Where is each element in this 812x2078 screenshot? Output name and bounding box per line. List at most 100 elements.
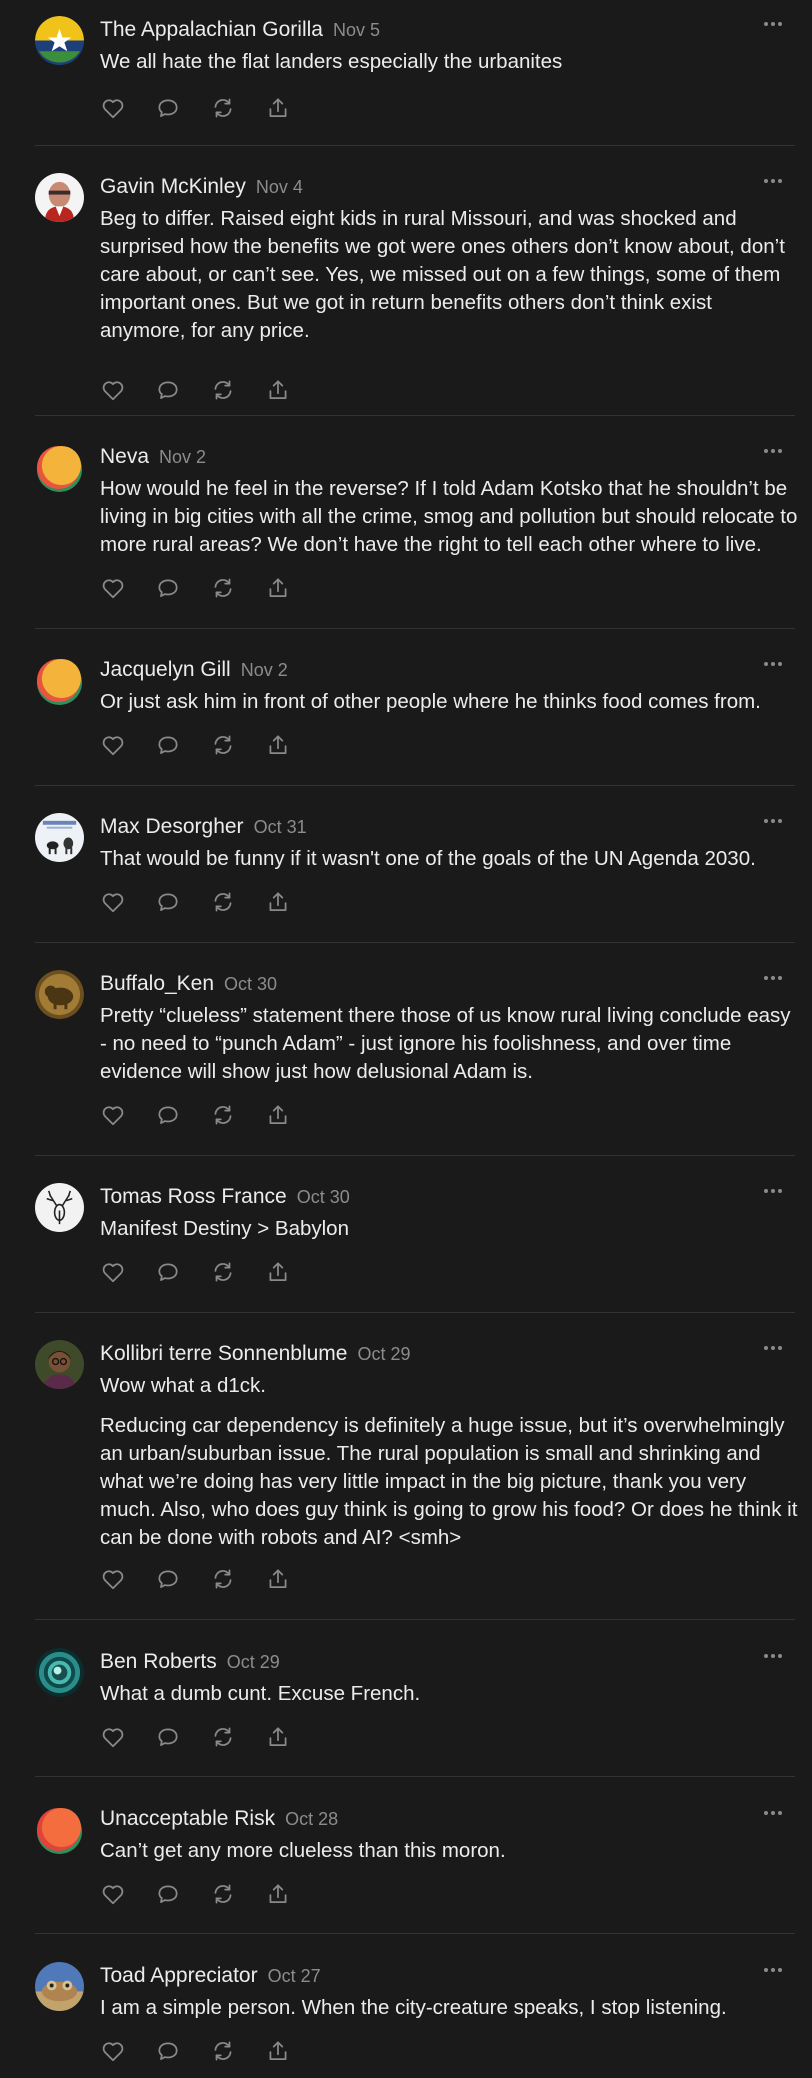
comment-icon bbox=[155, 732, 181, 763]
author-name[interactable]: Buffalo_Ken bbox=[100, 972, 214, 995]
like-button[interactable] bbox=[100, 575, 155, 605]
comment-actions bbox=[100, 95, 320, 125]
restack-button[interactable] bbox=[210, 1724, 265, 1754]
more-options-icon[interactable] bbox=[758, 1181, 788, 1201]
reply-button[interactable] bbox=[155, 575, 210, 605]
share-button[interactable] bbox=[265, 95, 320, 125]
comment-date[interactable]: Oct 29 bbox=[227, 1652, 280, 1672]
comment-icon bbox=[155, 889, 181, 920]
more-options-icon[interactable] bbox=[758, 171, 788, 191]
comment-date[interactable]: Oct 31 bbox=[254, 817, 307, 837]
like-button[interactable] bbox=[100, 1566, 155, 1596]
restack-button[interactable] bbox=[210, 575, 265, 605]
divider bbox=[35, 145, 795, 146]
more-options-icon[interactable] bbox=[758, 1646, 788, 1666]
deer-sketch-avatar[interactable] bbox=[35, 1183, 84, 1232]
share-button[interactable] bbox=[265, 732, 320, 762]
share-icon bbox=[265, 377, 291, 408]
reply-button[interactable] bbox=[155, 1881, 210, 1911]
comment-date[interactable]: Oct 29 bbox=[357, 1344, 410, 1364]
comment-date[interactable]: Oct 30 bbox=[297, 1187, 350, 1207]
person-portrait-avatar[interactable] bbox=[35, 1340, 84, 1389]
reply-button[interactable] bbox=[155, 1259, 210, 1289]
more-options-icon[interactable] bbox=[758, 1803, 788, 1823]
like-button[interactable] bbox=[100, 1881, 155, 1911]
share-button[interactable] bbox=[265, 1259, 320, 1289]
share-button[interactable] bbox=[265, 1724, 320, 1754]
more-options-icon[interactable] bbox=[758, 811, 788, 831]
comment-text: Manifest Destiny > Babylon bbox=[100, 1217, 349, 1240]
like-button[interactable] bbox=[100, 1724, 155, 1754]
share-button[interactable] bbox=[265, 1881, 320, 1911]
more-options-icon[interactable] bbox=[758, 14, 788, 34]
reply-button[interactable] bbox=[155, 889, 210, 919]
author-name[interactable]: Jacquelyn Gill bbox=[100, 658, 231, 681]
author-name[interactable]: Neva bbox=[100, 445, 149, 468]
more-options-icon[interactable] bbox=[758, 968, 788, 988]
comment-icon bbox=[155, 1259, 181, 1290]
restack-button[interactable] bbox=[210, 732, 265, 762]
share-button[interactable] bbox=[265, 889, 320, 919]
reply-button[interactable] bbox=[155, 1724, 210, 1754]
like-button[interactable] bbox=[100, 1259, 155, 1289]
orange-green-avatar[interactable] bbox=[35, 1805, 84, 1854]
heart-icon bbox=[100, 1259, 126, 1290]
comment-date[interactable]: Nov 5 bbox=[333, 20, 380, 40]
comment-date[interactable]: Oct 28 bbox=[285, 1809, 338, 1829]
more-options-icon[interactable] bbox=[758, 1338, 788, 1358]
orange-yellow-avatar[interactable] bbox=[35, 443, 84, 492]
more-options-icon[interactable] bbox=[758, 441, 788, 461]
toad-photo-avatar[interactable] bbox=[35, 1962, 84, 2011]
comment-header: Toad Appreciator Oct 27 bbox=[100, 1963, 321, 1991]
restack-button[interactable] bbox=[210, 889, 265, 919]
share-button[interactable] bbox=[265, 2038, 320, 2068]
restack-button[interactable] bbox=[210, 1566, 265, 1596]
restack-button[interactable] bbox=[210, 1259, 265, 1289]
restack-button[interactable] bbox=[210, 2038, 265, 2068]
author-name[interactable]: Toad Appreciator bbox=[100, 1964, 258, 1987]
bronze-buffalo-avatar[interactable] bbox=[35, 970, 84, 1019]
reply-button[interactable] bbox=[155, 1102, 210, 1132]
like-button[interactable] bbox=[100, 889, 155, 919]
author-name[interactable]: Gavin McKinley bbox=[100, 175, 246, 198]
animals-illustration-avatar[interactable] bbox=[35, 813, 84, 862]
share-button[interactable] bbox=[265, 1566, 320, 1596]
author-name[interactable]: Max Desorgher bbox=[100, 815, 244, 838]
restack-button[interactable] bbox=[210, 1102, 265, 1132]
comment-date[interactable]: Nov 2 bbox=[159, 447, 206, 467]
reply-button[interactable] bbox=[155, 2038, 210, 2068]
author-name[interactable]: The Appalachian Gorilla bbox=[100, 18, 323, 41]
like-button[interactable] bbox=[100, 2038, 155, 2068]
like-button[interactable] bbox=[100, 732, 155, 762]
share-button[interactable] bbox=[265, 575, 320, 605]
author-name[interactable]: Unacceptable Risk bbox=[100, 1807, 275, 1830]
man-portrait-avatar[interactable] bbox=[35, 173, 84, 222]
restack-icon bbox=[210, 1881, 236, 1912]
comment-date[interactable]: Oct 30 bbox=[224, 974, 277, 994]
author-name[interactable]: Tomas Ross France bbox=[100, 1185, 287, 1208]
flag-star-avatar[interactable] bbox=[35, 16, 84, 65]
share-button[interactable] bbox=[265, 377, 320, 407]
reply-button[interactable] bbox=[155, 95, 210, 125]
teal-rings-avatar[interactable] bbox=[35, 1648, 84, 1697]
like-button[interactable] bbox=[100, 377, 155, 407]
divider bbox=[35, 1155, 795, 1156]
more-options-icon[interactable] bbox=[758, 654, 788, 674]
comment-date[interactable]: Nov 4 bbox=[256, 177, 303, 197]
author-name[interactable]: Kollibri terre Sonnenblume bbox=[100, 1342, 347, 1365]
comment-date[interactable]: Oct 27 bbox=[268, 1966, 321, 1986]
restack-button[interactable] bbox=[210, 1881, 265, 1911]
like-button[interactable] bbox=[100, 95, 155, 125]
author-name[interactable]: Ben Roberts bbox=[100, 1650, 217, 1673]
restack-button[interactable] bbox=[210, 95, 265, 125]
restack-button[interactable] bbox=[210, 377, 265, 407]
like-button[interactable] bbox=[100, 1102, 155, 1132]
reply-button[interactable] bbox=[155, 732, 210, 762]
orange-yellow-avatar[interactable] bbox=[35, 656, 84, 705]
reply-button[interactable] bbox=[155, 1566, 210, 1596]
comment: Kollibri terre Sonnenblume Oct 29 Wow what… bbox=[0, 1324, 812, 1620]
share-button[interactable] bbox=[265, 1102, 320, 1132]
reply-button[interactable] bbox=[155, 377, 210, 407]
comment-date[interactable]: Nov 2 bbox=[241, 660, 288, 680]
more-options-icon[interactable] bbox=[758, 1960, 788, 1980]
